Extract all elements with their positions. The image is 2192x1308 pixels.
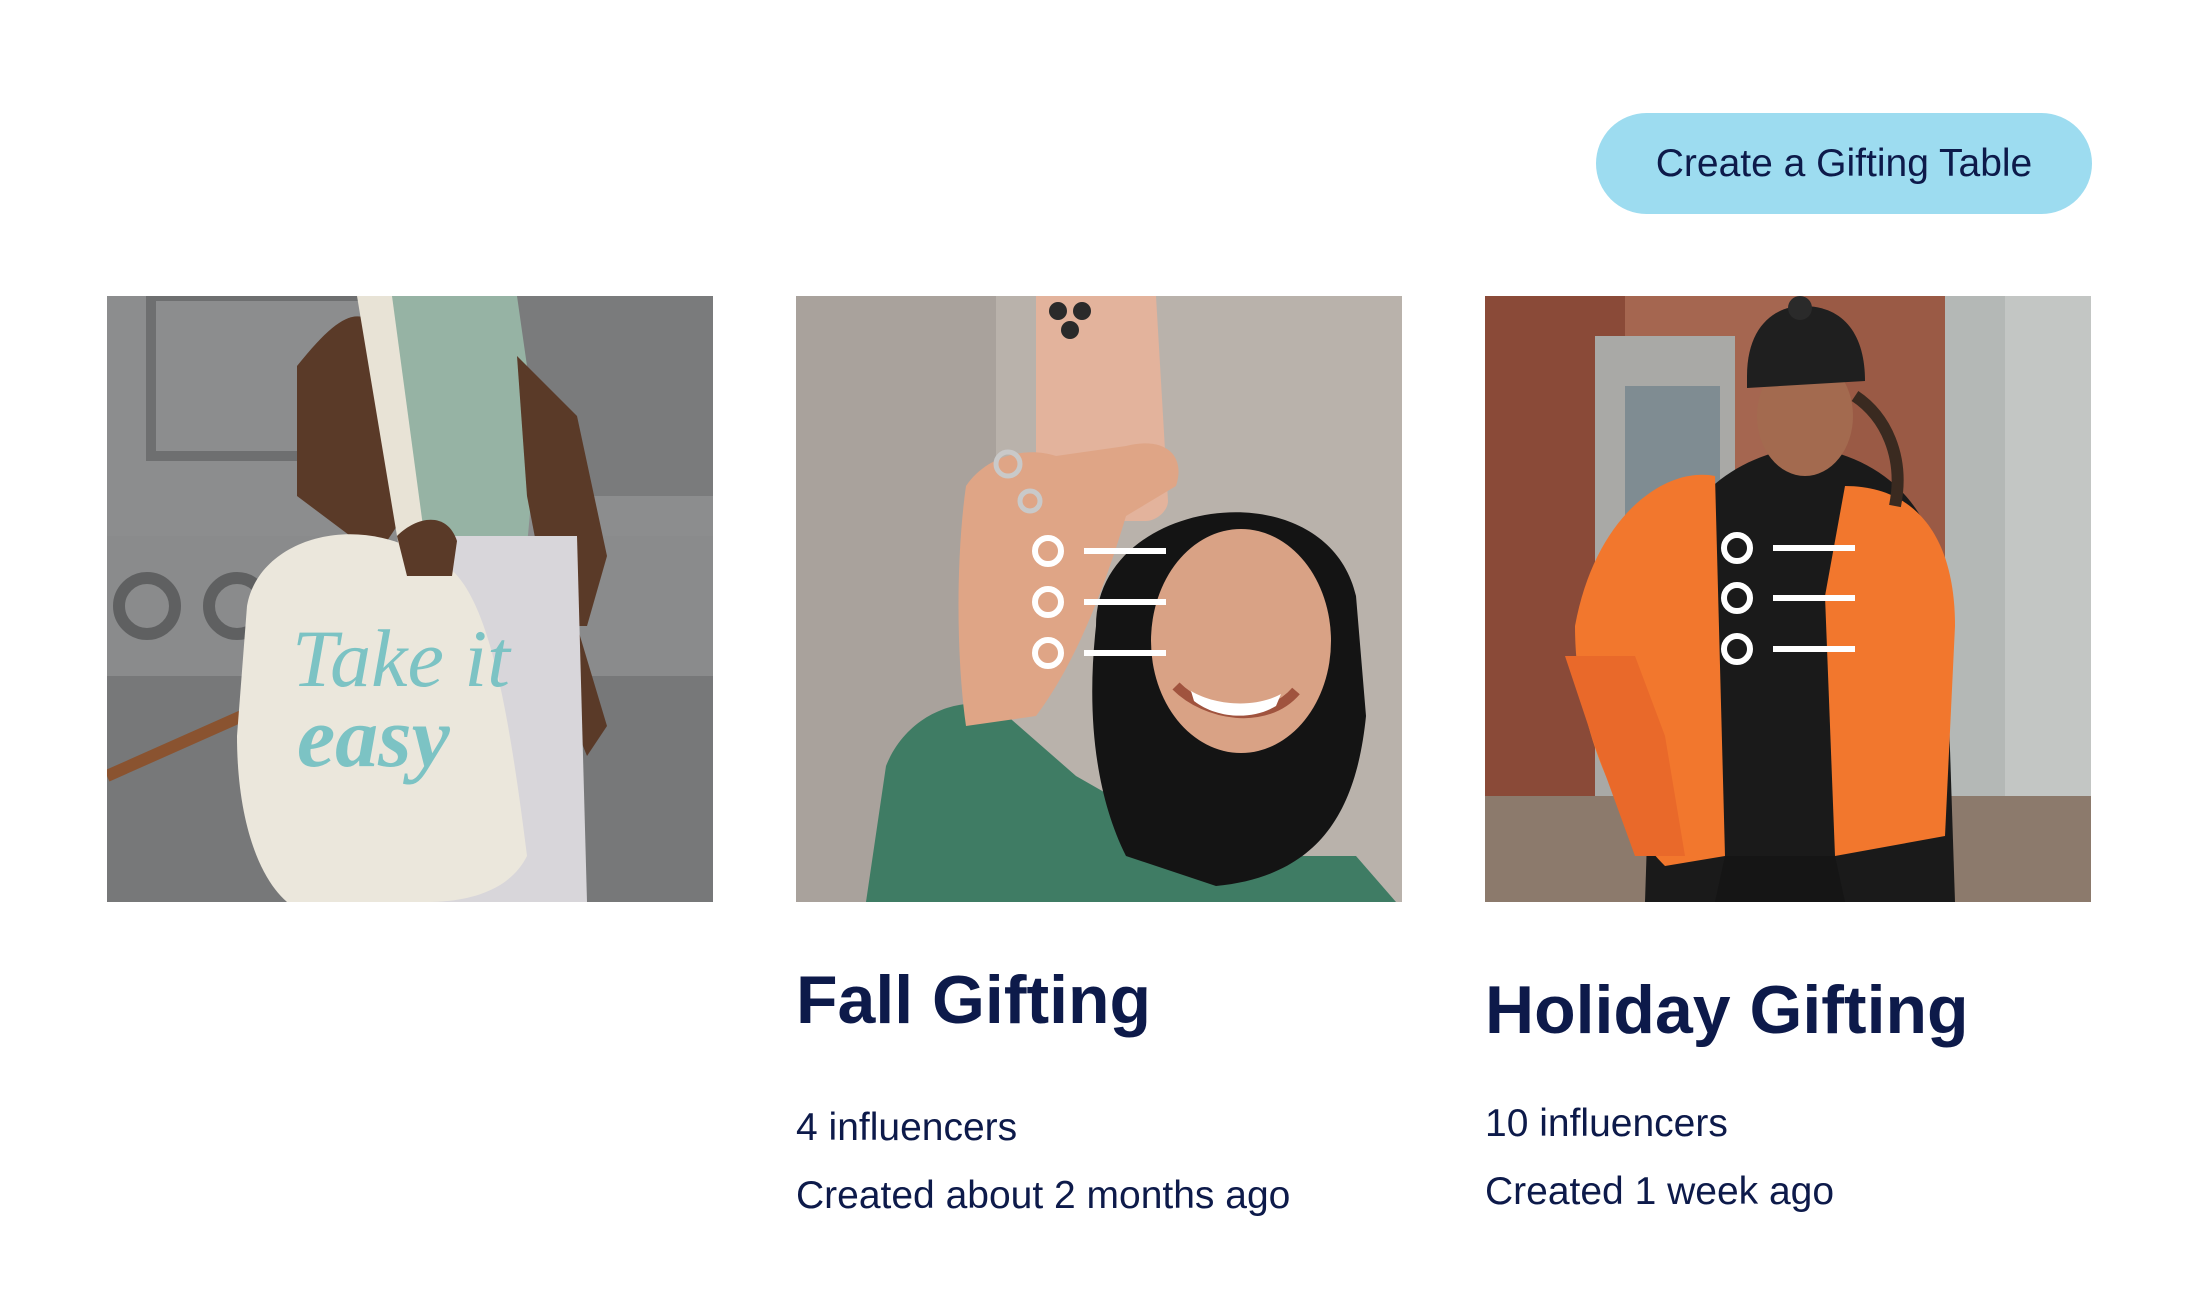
card-image-selfie[interactable]: [796, 296, 1402, 902]
tote-bag-text-2: easy: [297, 689, 451, 785]
created-date: Created about 2 months ago: [796, 1174, 1291, 1217]
card-title[interactable]: Fall Gifting: [796, 966, 1151, 1034]
tote-bag-photo: Take it easy: [107, 296, 713, 902]
influencer-count: 10 influencers: [1485, 1102, 1728, 1145]
gifting-card-3[interactable]: Holiday Gifting 10 influencers Created 1…: [1485, 296, 2091, 1211]
card-title[interactable]: Holiday Gifting: [1485, 976, 1969, 1044]
puffer-jacket-photo: [1485, 296, 2091, 902]
selfie-photo: [796, 296, 1402, 902]
card-image-puffer-jacket[interactable]: [1485, 296, 2091, 902]
card-image-tote-bag[interactable]: Take it easy: [107, 296, 713, 902]
gifting-card-2[interactable]: Fall Gifting 4 influencers Created about…: [796, 296, 1402, 1215]
gifting-card-1[interactable]: Take it easy: [107, 296, 713, 902]
create-gifting-table-button[interactable]: Create a Gifting Table: [1596, 113, 2092, 214]
created-date: Created 1 week ago: [1485, 1170, 1835, 1213]
influencer-count: 4 influencers: [796, 1106, 1018, 1149]
